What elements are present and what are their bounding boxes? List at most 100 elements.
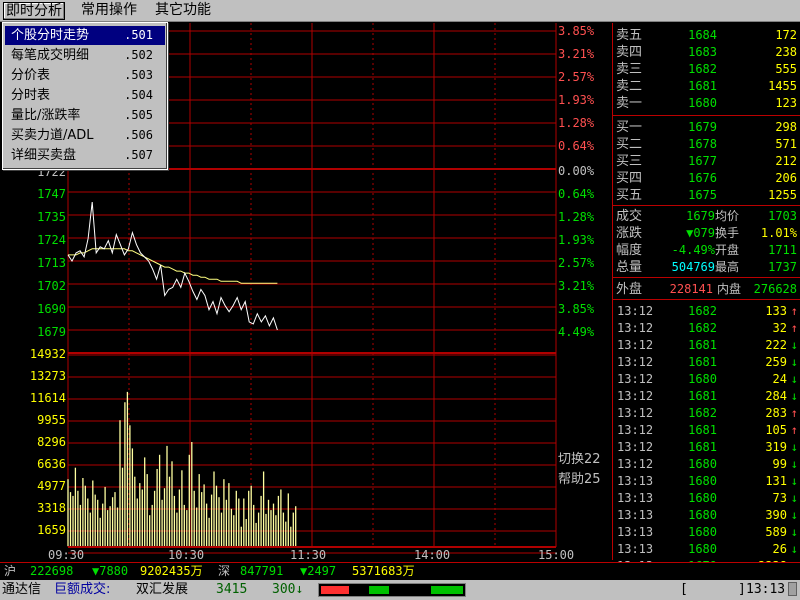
- price-line: [67, 202, 278, 331]
- menu-item-price-table[interactable]: 分价表 .503: [5, 66, 165, 85]
- stat-row-total: 总量 504769 最高 1737: [613, 259, 800, 276]
- arrow-down-icon: ↓: [790, 389, 798, 403]
- level-volume: 571: [775, 137, 797, 151]
- stat-label: 内盘: [717, 282, 742, 296]
- resize-handle[interactable]: [788, 582, 797, 596]
- pct-tick: 4.49%: [558, 325, 595, 339]
- sell-level-3: 卖三 1682 555: [613, 61, 800, 78]
- menu-item-time-table[interactable]: 分时表 .504: [5, 86, 165, 105]
- stat-label: 最高: [715, 260, 740, 274]
- volume-tick: 9955: [37, 413, 66, 427]
- arrow-down-icon: ↓: [790, 491, 798, 505]
- sz-amount: 5371683万: [352, 564, 415, 578]
- trade-row: 13:12 1682 32 ↑: [613, 320, 800, 337]
- stat-label: 成交: [616, 209, 643, 224]
- pct-tick: 1.28%: [558, 116, 595, 130]
- time-tick: 15:00: [538, 548, 575, 562]
- arrow-down-icon: ↓: [790, 542, 798, 556]
- level-label: 买五: [616, 188, 643, 203]
- menu-common-ops[interactable]: 常用操作: [79, 2, 139, 20]
- pct-tick: 2.57%: [558, 70, 595, 84]
- trade-time: 13:13: [617, 542, 654, 556]
- big-deal-volume: 300↓: [272, 582, 304, 597]
- level-volume: 123: [775, 96, 797, 110]
- pct-tick: 1.93%: [558, 233, 595, 247]
- divider: [613, 299, 800, 300]
- sh-index: 222698: [30, 564, 74, 578]
- trade-volume: 589: [765, 525, 787, 539]
- volume-tick: 1659: [37, 523, 66, 537]
- trade-price: 1681: [688, 338, 717, 352]
- menu-item-label: 量比/涨跌率: [11, 108, 81, 123]
- volume-tick: 6636: [37, 457, 66, 471]
- trade-volume: 319: [765, 440, 787, 454]
- menu-item-trade-detail[interactable]: 每笔成交明细 .502: [5, 46, 165, 65]
- price-tick: 1690: [37, 302, 66, 316]
- trade-volume: 105: [765, 423, 787, 437]
- trade-row: 13:12 1680 99 ↓: [613, 456, 800, 473]
- level-price: 1678: [688, 137, 717, 151]
- trade-row: 13:12 1681 222 ↓: [613, 337, 800, 354]
- level-price: 1679: [688, 120, 717, 134]
- trade-time: 13:12: [617, 372, 654, 386]
- volume-tick: 14932: [29, 347, 66, 361]
- pct-tick: 1.28%: [558, 210, 595, 224]
- stat-label: 幅度: [616, 243, 643, 258]
- menu-item-label: 买卖力道/ADL: [11, 128, 94, 143]
- breadth-down-bar: [431, 586, 463, 594]
- avg-price: 1703: [768, 209, 797, 223]
- switch-button[interactable]: 切换22: [558, 448, 601, 467]
- pct-tick: 0.00%: [558, 164, 595, 178]
- price-tick: 1724: [37, 233, 66, 247]
- level-label: 买三: [616, 154, 643, 169]
- trade-time: 13:12: [617, 304, 654, 318]
- time-tick: 11:30: [290, 548, 327, 562]
- volume-tick: 13273: [29, 369, 66, 383]
- trade-price: 1682: [688, 304, 717, 318]
- level-price: 1683: [688, 45, 717, 59]
- trade-row: 13:12 1682 133 ↑: [613, 303, 800, 320]
- stat-label: 换手: [715, 226, 740, 240]
- sell-level-4: 卖四 1683 238: [613, 44, 800, 61]
- trade-time: 13:12: [617, 406, 654, 420]
- arrow-up-icon: ↑: [790, 304, 798, 318]
- menu-instant-analysis[interactable]: 即时分析: [3, 2, 65, 20]
- volume-tick: 11614: [29, 391, 66, 405]
- trade-time: 13:13: [617, 525, 654, 539]
- help-button[interactable]: 帮助25: [558, 468, 601, 487]
- menu-item-order-book[interactable]: 详细买卖盘 .507: [5, 146, 165, 165]
- level-volume: 238: [775, 45, 797, 59]
- high-price: 1737: [768, 260, 797, 274]
- trade-row: 13:13 1680 73 ↓: [613, 490, 800, 507]
- trade-row: 13:13 1680 589 ↓: [613, 524, 800, 541]
- trade-price: 1680: [688, 491, 717, 505]
- bracket-open: [: [680, 582, 688, 597]
- breadth-down-bar: [369, 586, 389, 594]
- big-deal-stock[interactable]: 双汇发展: [136, 580, 188, 599]
- trade-volume: 131: [765, 474, 787, 488]
- trade-row: 13:12 1681 284 ↓: [613, 388, 800, 405]
- arrow-up-icon: ↑: [790, 321, 798, 335]
- menu-item-buy-sell-power[interactable]: 买卖力道/ADL .506: [5, 126, 165, 145]
- menu-item-intraday-trend[interactable]: 个股分时走势 .501: [5, 26, 165, 45]
- menu-item-label: 个股分时走势: [11, 28, 90, 43]
- trade-price: 1681: [688, 440, 717, 454]
- arrow-down-icon: ↓: [790, 457, 798, 471]
- volume-tick: 4977: [37, 479, 66, 493]
- buy-level-3: 买三 1677 212: [613, 153, 800, 170]
- breadth-up-bar: [321, 586, 349, 594]
- arrow-down-icon: ↓: [790, 474, 798, 488]
- trade-volume: 259: [765, 355, 787, 369]
- turnover-value: 1.01%: [760, 226, 797, 240]
- menu-item-code: .503: [124, 68, 153, 82]
- sh-change: ▼7880: [92, 564, 129, 578]
- trade-price: 1680: [688, 542, 717, 556]
- level-price: 1676: [688, 171, 717, 185]
- menu-other-functions[interactable]: 其它功能: [153, 2, 213, 20]
- trade-row: 13:13 1680 390 ↓: [613, 507, 800, 524]
- menu-item-volume-ratio[interactable]: 量比/涨跌率 .505: [5, 106, 165, 125]
- trade-volume: 390: [765, 508, 787, 522]
- trade-price: 1680: [688, 457, 717, 471]
- arrow-down-icon: ↓: [790, 372, 798, 386]
- trade-row: 13:12 1681 319 ↓: [613, 439, 800, 456]
